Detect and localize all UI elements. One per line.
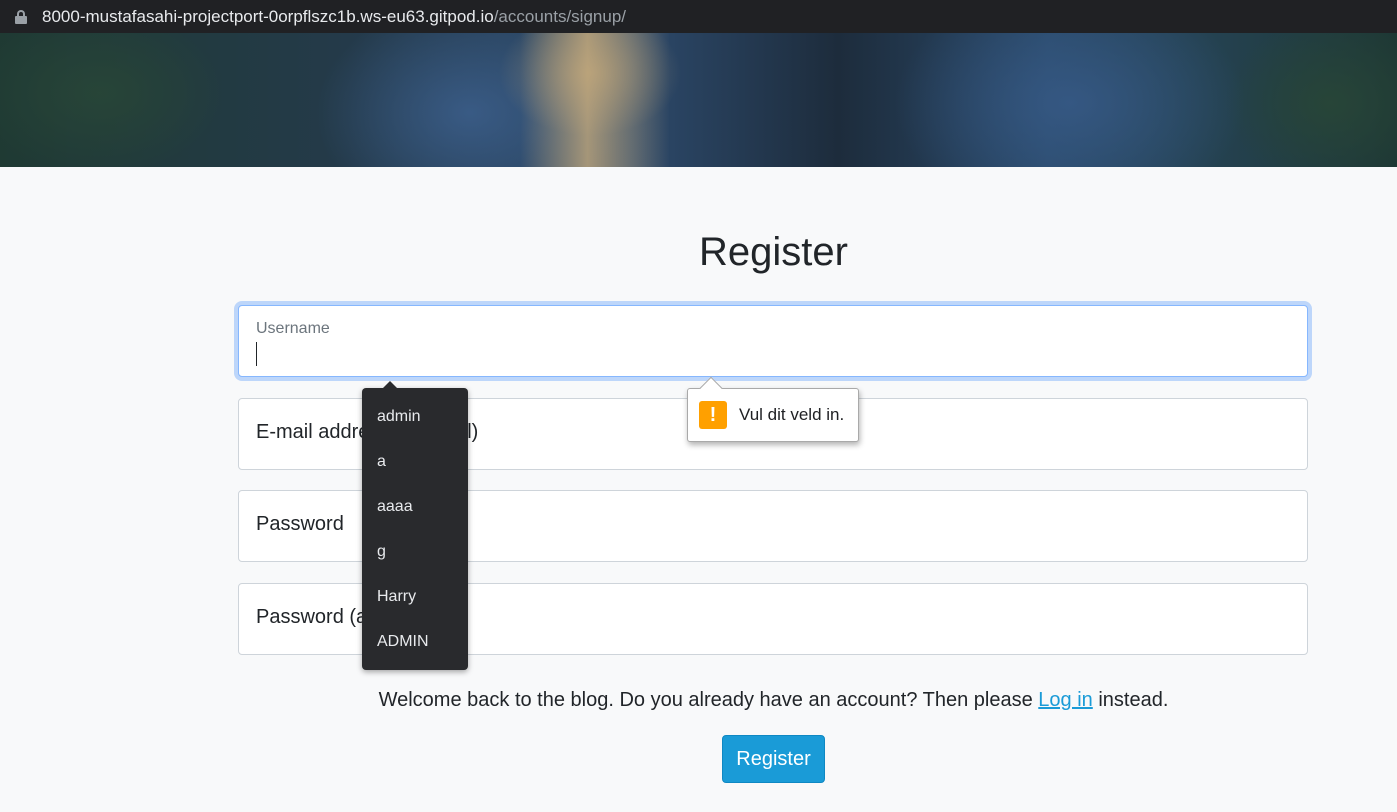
register-button[interactable]: Register — [722, 735, 825, 783]
warning-icon: ! — [699, 401, 727, 429]
password-label: Password — [256, 513, 344, 535]
autocomplete-option[interactable]: a — [362, 439, 468, 484]
lock-icon[interactable] — [14, 9, 28, 24]
login-note: Welcome back to the blog. Do you already… — [378, 689, 1169, 711]
autocomplete-option[interactable]: Harry — [362, 574, 468, 619]
hero-image — [0, 33, 1397, 167]
username-input[interactable]: Username — [238, 305, 1308, 377]
autocomplete-option[interactable]: ADMIN — [362, 619, 468, 664]
text-caret — [256, 342, 257, 366]
autocomplete-dropdown: admin a aaaa g Harry ADMIN — [362, 381, 468, 670]
address-bar[interactable]: 8000-mustafasahi-projectport-0orpflszc1b… — [0, 0, 1397, 33]
page-title: Register — [699, 230, 848, 274]
login-link[interactable]: Log in — [1038, 689, 1093, 711]
validation-message: Vul dit veld in. — [739, 405, 845, 424]
validation-tooltip: ! Vul dit veld in. — [687, 376, 859, 442]
autocomplete-option[interactable]: admin — [362, 394, 468, 439]
username-label: Username — [256, 320, 330, 337]
autocomplete-option[interactable]: aaaa — [362, 484, 468, 529]
autocomplete-option[interactable]: g — [362, 529, 468, 574]
url-text[interactable]: 8000-mustafasahi-projectport-0orpflszc1b… — [42, 7, 626, 27]
